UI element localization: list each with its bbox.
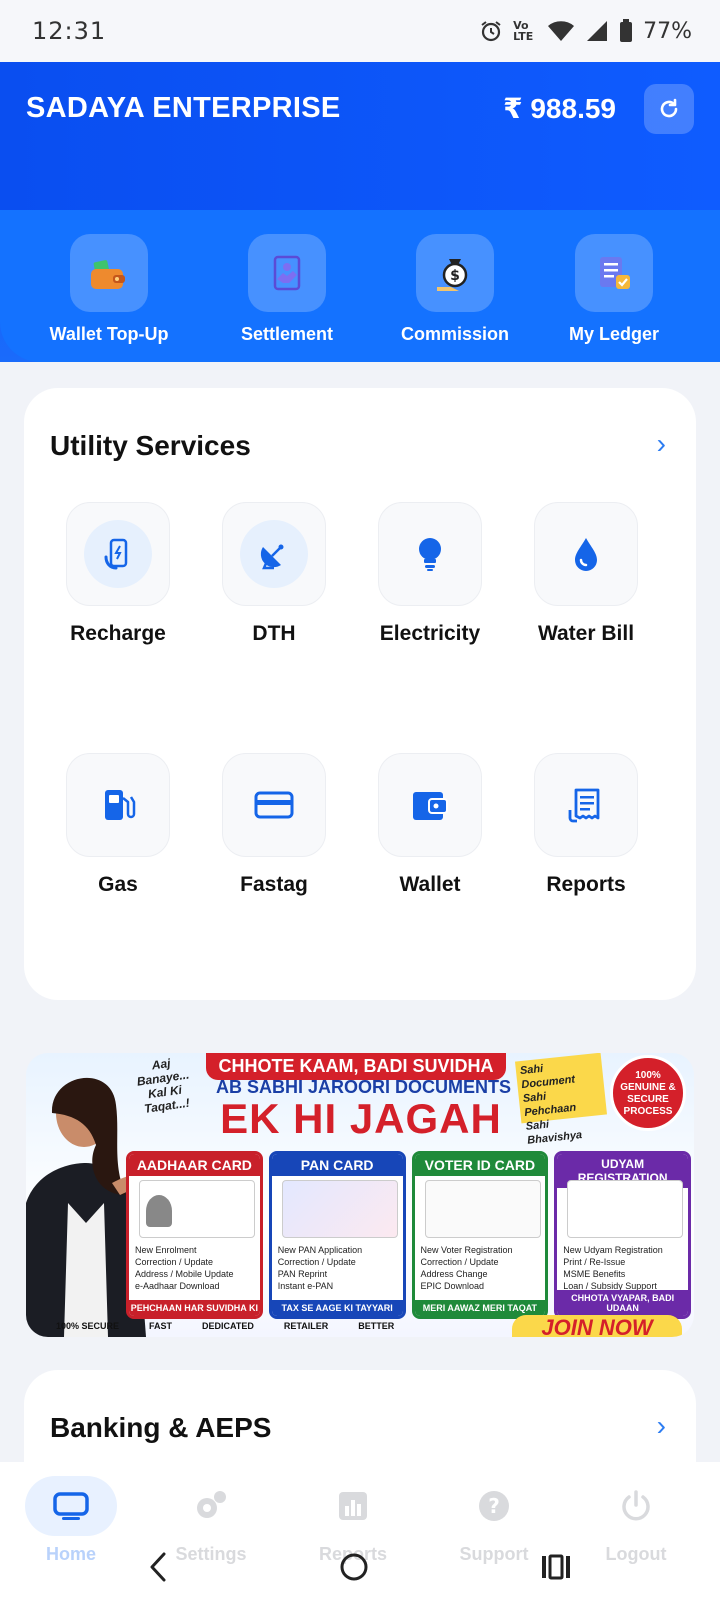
wallet-icon (378, 753, 482, 857)
water-drop-icon (534, 502, 638, 606)
system-navigation (0, 1540, 720, 1600)
quick-label: Settlement (240, 324, 334, 344)
svg-text:?: ? (488, 1494, 500, 1518)
battery-percent: 77% (643, 18, 692, 44)
banking-title: Banking & AEPS (50, 1412, 272, 1443)
quick-actions: Wallet Top-Up Settlement $ Commission My… (0, 210, 720, 362)
service-label: Water Bill (537, 622, 635, 645)
bulb-icon (378, 502, 482, 606)
utility-more-chevron-icon[interactable]: › (657, 428, 666, 460)
doc-card-footer: CHHOTA VYAPAR, BADI UDAAN (557, 1290, 688, 1316)
service-gas[interactable]: Gas (48, 753, 188, 897)
banner-left-tag: Aaj Banaye... Kal Ki Taqat...! (135, 1055, 191, 1116)
doc-card-udyam[interactable]: UDYAM REGISTRATION New Udyam Registratio… (554, 1151, 691, 1319)
doc-card-list: New Enrolment Correction / Update Address … (135, 1245, 234, 1291)
service-label: Fastag (240, 873, 308, 896)
service-wallet[interactable]: Wallet (360, 753, 500, 897)
service-fastag[interactable]: Fastag (204, 753, 344, 897)
document-cards: AADHAAR CARD New Enrolment Correction / U… (126, 1151, 691, 1319)
phone-recharge-icon (84, 520, 152, 588)
service-reports[interactable]: Reports (516, 753, 656, 897)
recents-icon[interactable] (540, 1552, 572, 1582)
svg-text:$: $ (450, 268, 460, 284)
status-time: 12:31 (32, 17, 107, 45)
wifi-icon (548, 21, 575, 41)
chart-icon (293, 1476, 413, 1536)
quick-my-ledger[interactable]: My Ledger (529, 210, 699, 345)
doc-card-footer: TAX SE AAGE KI TAYYARI (271, 1300, 403, 1316)
banking-more-chevron-icon[interactable]: › (657, 1410, 666, 1442)
doc-card-title: VOTER ID CARD (414, 1154, 546, 1176)
settlement-icon (248, 234, 326, 312)
doc-card-voter[interactable]: VOTER ID CARD New Voter Registration Corr… (411, 1151, 549, 1319)
service-electricity[interactable]: Electricity (360, 502, 500, 646)
service-label: DTH (252, 622, 296, 645)
banner-right-tag: Sahi Document Sahi Pehchaan Sahi Bhavish… (514, 1053, 608, 1147)
doc-card-list: New Voter Registration Correction / Updat… (420, 1245, 513, 1291)
network-type: Vo LTE (513, 19, 534, 43)
ledger-icon (575, 234, 653, 312)
brand-name: SADAYA ENTERPRISE (26, 92, 341, 124)
gas-pump-icon (66, 753, 170, 857)
back-icon[interactable] (146, 1550, 170, 1584)
service-label: Wallet (399, 873, 461, 896)
power-icon (576, 1476, 696, 1536)
pan-card-image (281, 1180, 398, 1238)
quick-settlement[interactable]: Settlement (202, 210, 372, 345)
service-dth[interactable]: DTH (204, 502, 344, 646)
quick-commission[interactable]: $ Commission (370, 210, 540, 345)
quick-label: Commission (400, 324, 510, 344)
commission-icon: $ (416, 234, 494, 312)
help-icon: ? (434, 1476, 554, 1536)
alarm-icon (481, 21, 501, 42)
quick-label: Wallet Top-Up (49, 324, 169, 344)
doc-card-footer: PEHCHAAN HAR SUVIDHA KI (129, 1300, 260, 1316)
utility-title: Utility Services (50, 430, 251, 461)
service-label: Gas (98, 873, 138, 896)
battery-icon (620, 19, 633, 42)
doc-card-list: New Udyam Registration Print / Re-Issue MS… (563, 1245, 663, 1291)
monitor-icon (25, 1476, 117, 1536)
service-label: Recharge (70, 622, 166, 645)
banner-top-line: CHHOTE KAAM, BADI SUVIDHA (206, 1053, 506, 1080)
banner-bottom-strip: 100% SECURE FAST DEDICATED RETAILER BETTER (56, 1321, 395, 1331)
quick-wallet-topup[interactable]: Wallet Top-Up (24, 210, 194, 345)
doc-card-pan[interactable]: PAN CARD New PAN Application Correction /… (268, 1151, 406, 1319)
header-top: SADAYA ENTERPRISE ₹ 988.59 (0, 62, 720, 210)
service-water-bill[interactable]: Water Bill (516, 502, 656, 646)
wallet-balance: ₹ 988.59 (503, 93, 616, 124)
aadhaar-card-image (139, 1180, 255, 1238)
status-bar: 12:31 Vo LTE 77% (0, 0, 720, 62)
doc-card-list: New PAN Application Correction / Update PA… (277, 1245, 363, 1291)
receipt-icon (534, 753, 638, 857)
card-icon (222, 753, 326, 857)
wallet-topup-icon (70, 234, 148, 312)
refresh-button[interactable] (644, 84, 694, 134)
udyam-card-image (567, 1180, 684, 1238)
doc-card-title: AADHAAR CARD (129, 1154, 260, 1176)
quick-label: My Ledger (568, 324, 660, 344)
home-circle-icon[interactable] (338, 1551, 370, 1583)
refresh-icon (660, 98, 678, 118)
join-now-badge[interactable]: JOIN NOW (512, 1315, 682, 1337)
dish-antenna-icon (240, 520, 308, 588)
service-label: Reports (546, 873, 626, 896)
signal-icon (587, 21, 608, 41)
voter-card-image (424, 1180, 541, 1238)
status-icons: Vo LTE 77% (479, 19, 692, 44)
app-header: SADAYA ENTERPRISE ₹ 988.59 Wallet Top-Up… (0, 62, 720, 362)
doc-card-title: PAN CARD (271, 1154, 403, 1176)
utility-services-card: Utility Services › Recharge DTH Electric… (24, 388, 696, 1000)
service-label: Electricity (379, 622, 481, 645)
banner-headline: EK HI JAGAH (220, 1095, 502, 1142)
doc-card-footer: MERI AAWAZ MERI TAQAT (414, 1300, 546, 1316)
service-recharge[interactable]: Recharge (48, 502, 188, 646)
promo-banner[interactable]: Aaj Banaye... Kal Ki Taqat...! CHHOTE KA… (26, 1053, 694, 1337)
gears-icon (151, 1476, 271, 1536)
doc-card-aadhaar[interactable]: AADHAAR CARD New Enrolment Correction / U… (126, 1151, 263, 1319)
genuine-seal: 100% GENUINE & SECURE PROCESS (610, 1055, 686, 1131)
